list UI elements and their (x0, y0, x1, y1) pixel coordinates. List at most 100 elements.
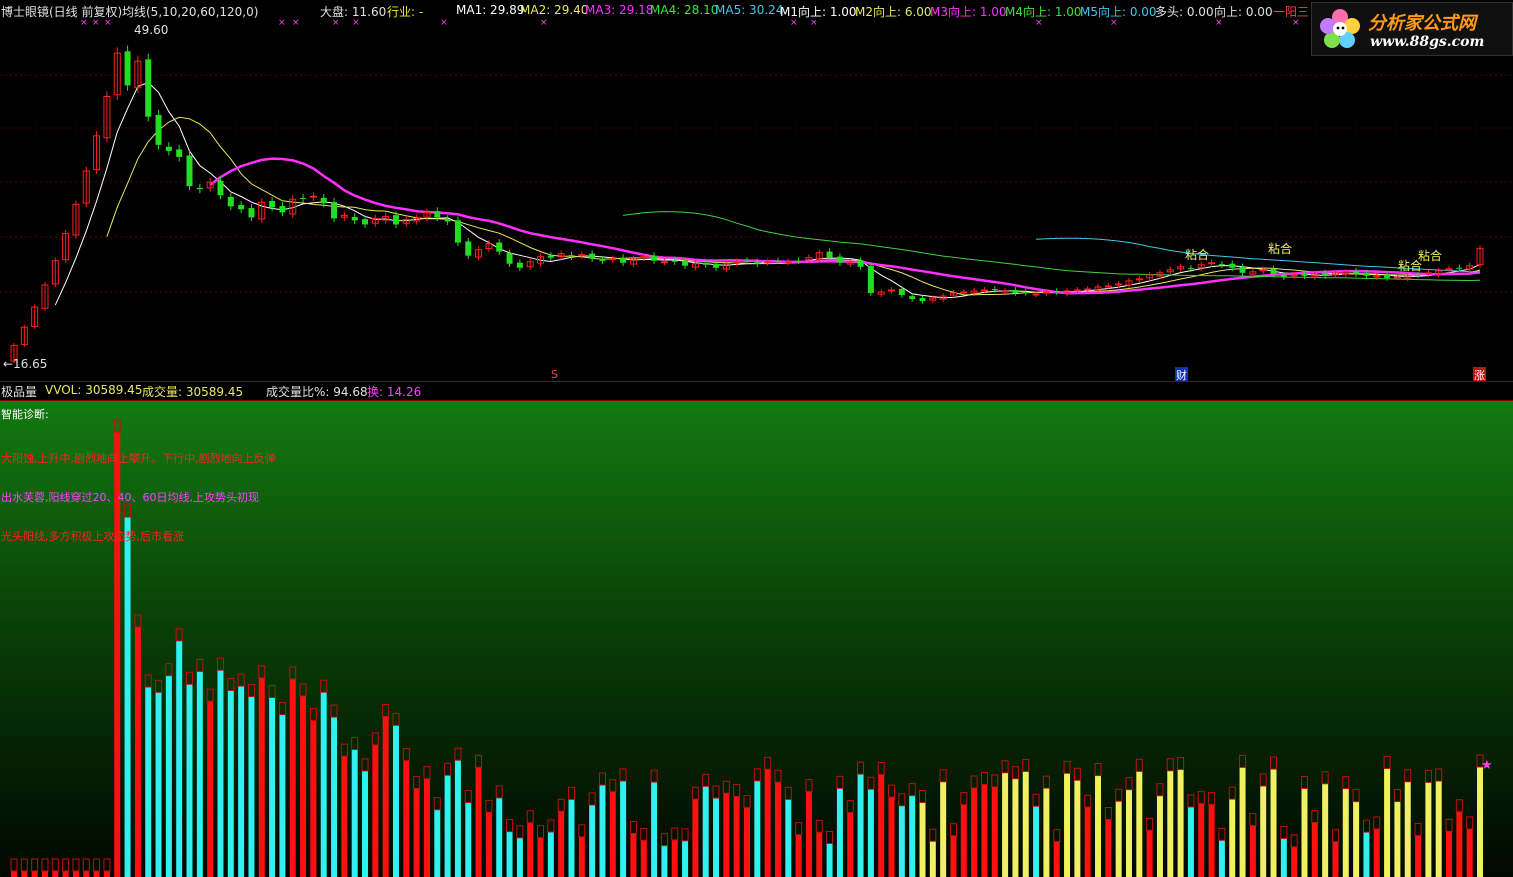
volume-bar-cap (206, 688, 214, 702)
candle-body-down (176, 149, 183, 157)
volume-bar (1115, 801, 1122, 877)
volume-bar (1177, 769, 1184, 877)
volume-bar (1477, 767, 1483, 877)
volume-bar (496, 797, 503, 877)
volume-bar-cap (433, 797, 441, 811)
volume-bar (661, 845, 668, 877)
volume-bar (300, 695, 307, 877)
volume-bar-cap (175, 628, 183, 642)
volume-bar (1074, 780, 1081, 877)
volume-bar-cap (340, 743, 348, 757)
candle-body-up (1208, 262, 1216, 265)
volume-bar-cap (764, 756, 772, 770)
candle-body-down (1012, 290, 1019, 293)
candle-body-down (320, 197, 327, 204)
volume-bar (103, 871, 110, 877)
volume-bar (21, 871, 28, 877)
volume-bar (1446, 831, 1453, 877)
volume-bar-cap (939, 769, 947, 783)
volume-bar-cap (1270, 756, 1278, 770)
candle-body-down (547, 255, 554, 258)
candle-body-down (568, 255, 575, 257)
candle-body-up (1104, 285, 1112, 288)
volume-bar (31, 871, 38, 877)
volume-chart-panel[interactable]: ★ 智能诊断: 大阳蚀,上升中,剧烈地向上攀升。下行中,剧烈地向上反弹 出水芙蓉… (0, 401, 1513, 877)
volume-bar (238, 686, 245, 877)
candle-body-up (764, 261, 772, 264)
volume-bar (1002, 772, 1009, 877)
candle-body-down (269, 200, 276, 208)
volume-bar (1291, 846, 1298, 877)
price-chart-svg[interactable]: × × × × × × × × × × × × × × × (0, 0, 1513, 381)
volume-bar (527, 822, 534, 877)
volume-bar-cap (1259, 773, 1267, 787)
volume-chart-svg[interactable]: ★ (0, 401, 1513, 877)
volume-bar (392, 725, 399, 877)
x-marker: × (278, 18, 286, 28)
volume-bar (599, 784, 606, 877)
volume-bar (816, 832, 823, 877)
volume-bar-cap (681, 828, 689, 842)
volume-bar (836, 788, 843, 877)
volume-bar (1466, 828, 1473, 877)
volume-bar-cap (1135, 758, 1143, 772)
volume-bar (1229, 799, 1236, 877)
volume-bar (960, 804, 967, 877)
volume-bar (1311, 822, 1318, 877)
volume-bar (444, 775, 451, 877)
volume-bar-cap (836, 775, 844, 789)
volume-bar (382, 716, 389, 877)
volume-bar-cap (1042, 775, 1050, 789)
volume-bar (279, 714, 286, 877)
volume-bar (785, 799, 792, 877)
volume-bar-cap (671, 827, 679, 841)
volume-bar (1125, 789, 1132, 877)
volume-bar (362, 770, 369, 877)
volume-bar-cap (1218, 827, 1226, 841)
candle-body-down (1270, 268, 1277, 274)
volume-bar-cap (1404, 769, 1412, 783)
volume-bar-cap (547, 819, 555, 833)
volume-bar-cap (949, 823, 957, 837)
candle-body-down (651, 255, 658, 261)
candle-body-down (186, 155, 193, 187)
candle-body-down (898, 288, 905, 295)
volume-bar (847, 812, 854, 877)
volume-bar (1053, 841, 1060, 877)
price-chart-panel[interactable]: × × × × × × × × × × × × × × × 博士眼镜(日线 前复权) 均线(5,10,20,… (0, 0, 1513, 383)
volume-bar-cap (506, 819, 514, 833)
x-marker: × (80, 18, 88, 28)
volume-bar-cap (165, 663, 173, 677)
volume-bar-cap (1032, 793, 1040, 807)
volume-bar (145, 687, 152, 877)
stock-title: 博士眼镜(日线 前复权) (1, 5, 123, 19)
volume-bar (1270, 769, 1277, 877)
candle-body-down (909, 296, 916, 300)
volume-bar (1322, 783, 1329, 877)
star-icon: ★ (1481, 758, 1493, 773)
volume-bar (950, 835, 957, 877)
volume-bar-cap (289, 666, 297, 680)
volume-bar (1332, 841, 1339, 877)
volume-bar-cap (258, 665, 266, 679)
volume-bar-cap (20, 858, 28, 872)
volume-bar (1043, 788, 1050, 877)
m5-up: M5向上: 0.00 (1080, 5, 1157, 19)
volume-bar (331, 717, 338, 877)
volume-bar-cap (495, 785, 503, 799)
volume-indicator-name[interactable]: 极品量 (1, 383, 37, 400)
volume-bar-cap (144, 674, 152, 688)
volume-bar (176, 640, 183, 877)
volume-bar (929, 841, 936, 877)
candle-body-down (671, 260, 678, 262)
volume-bar (609, 791, 616, 877)
volume-bar (1167, 770, 1174, 877)
m1-up: M1向上: 1.00 (780, 5, 857, 19)
volume-bar-cap (1290, 834, 1298, 848)
event-s-marker[interactable]: S (551, 368, 558, 381)
volume-bar-cap (1249, 813, 1257, 827)
volume-bar-cap (733, 783, 741, 797)
volume-bar-cap (371, 732, 379, 746)
volume-bar-cap (1146, 817, 1154, 831)
candle-body-down (217, 180, 224, 196)
